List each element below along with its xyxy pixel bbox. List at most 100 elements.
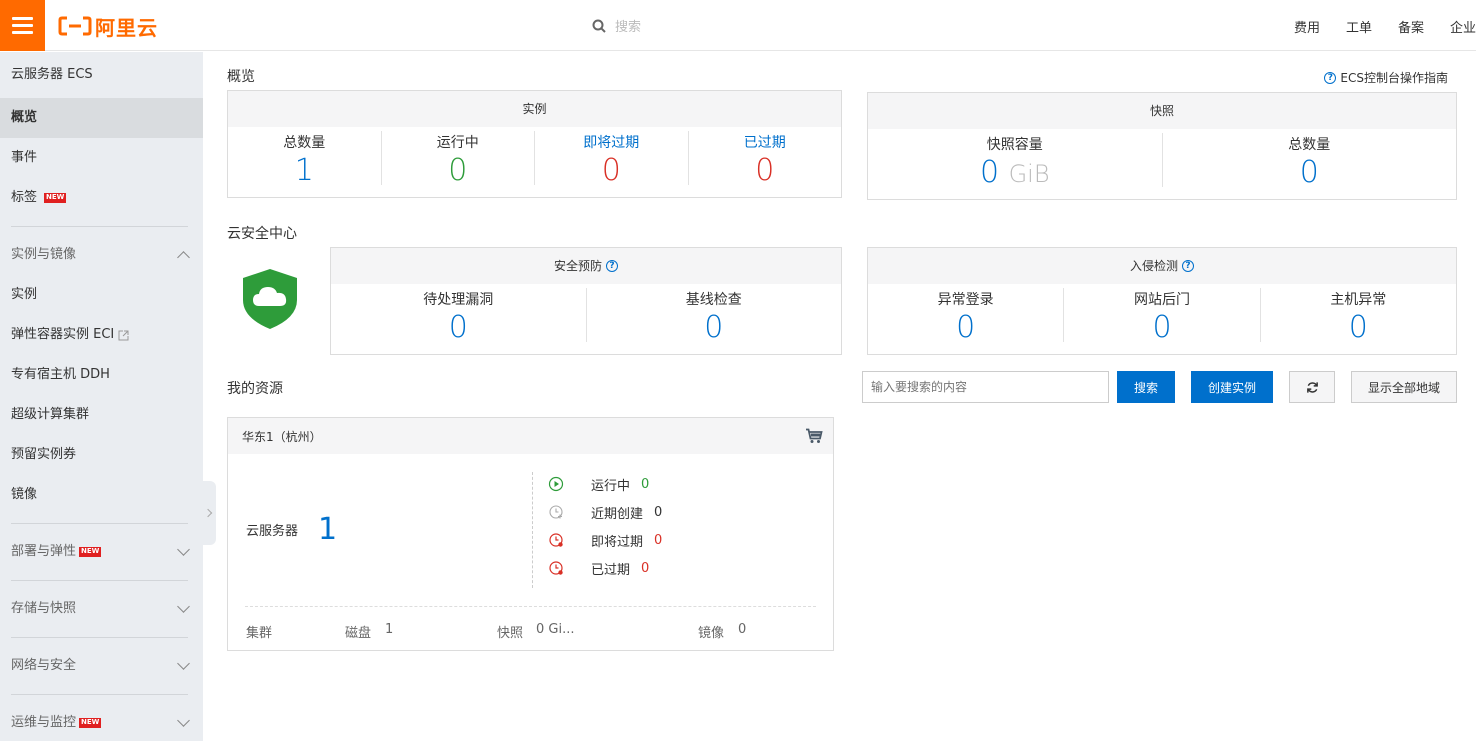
stat-total[interactable]: 总数量 1 — [228, 131, 381, 188]
status-value: 0 — [654, 504, 663, 520]
global-search[interactable]: 搜索 — [592, 16, 641, 35]
hamburger-menu-icon[interactable] — [0, 0, 45, 51]
divider — [532, 472, 533, 588]
image-label[interactable]: 镜像 — [698, 622, 724, 641]
region-footer-stats: 集群 磁盘 1 快照 0 Gi... 镜像 0 — [246, 622, 826, 642]
disk-label[interactable]: 磁盘 — [345, 622, 371, 641]
server-count-block[interactable]: 云服务器 1 — [246, 512, 337, 547]
stat-host-anomaly[interactable]: 主机异常 0 — [1259, 288, 1456, 345]
sidebar-group-label: 网络与安全 — [11, 658, 77, 673]
stat-vulnerabilities[interactable]: 待处理漏洞 0 — [331, 288, 586, 345]
sidebar-item-tags[interactable]: 标签 NEW — [0, 178, 203, 218]
sidebar-item-images[interactable]: 镜像 — [0, 475, 203, 515]
stat-value: 0 — [704, 310, 724, 345]
nav-link-enterprise[interactable]: 企业 — [1450, 17, 1476, 36]
sidebar-item-ddh[interactable]: 专有宿主机 DDH — [0, 355, 203, 395]
refresh-icon — [1306, 381, 1318, 393]
sidebar-group-ops[interactable]: 运维与监控 NEW — [0, 703, 203, 743]
aliyun-logo-icon — [58, 16, 92, 36]
stat-label: 待处理漏洞 — [423, 292, 494, 308]
snapshot-value: 0 Gi... — [536, 622, 575, 637]
stat-webshell[interactable]: 网站后门 0 — [1063, 288, 1259, 345]
nav-link-icp[interactable]: 备案 — [1398, 17, 1424, 36]
region-card: 华东1（杭州） 云服务器 1 运行中 0 近期创建 0 即将过期 0 已过期 0… — [227, 417, 834, 651]
stat-expired[interactable]: 已过期 0 — [687, 131, 842, 188]
stat-snapshot-capacity[interactable]: 快照容量 0 GiB — [868, 133, 1162, 190]
search-button[interactable]: 搜索 — [1117, 371, 1175, 403]
sidebar-group-network[interactable]: 网络与安全 — [0, 646, 203, 686]
sidebar-item-eci[interactable]: 弹性容器实例 ECI — [0, 315, 203, 355]
status-value: 0 — [641, 560, 650, 576]
stat-label: 总数量 — [283, 135, 326, 151]
sidebar-item-label: 概览 — [11, 110, 38, 125]
status-label: 运行中 — [591, 478, 631, 494]
aliyun-logo[interactable]: 阿里云 — [58, 14, 158, 40]
status-recent[interactable]: 近期创建 0 — [548, 498, 662, 526]
resource-search-input[interactable] — [862, 371, 1109, 403]
nav-link-billing[interactable]: 费用 — [1294, 17, 1320, 36]
logo-text: 阿里云 — [95, 15, 158, 40]
sidebar-item-label: 镜像 — [11, 487, 38, 502]
status-label: 近期创建 — [591, 506, 644, 522]
sidebar-group-deployment[interactable]: 部署与弹性 NEW — [0, 532, 203, 572]
chevron-down-icon — [177, 714, 190, 727]
sidebar-item-instances[interactable]: 实例 — [0, 275, 203, 315]
new-badge: NEW — [44, 193, 67, 203]
nav-link-tickets[interactable]: 工单 — [1346, 17, 1372, 36]
shield-icon — [243, 269, 297, 329]
stat-value: 1 — [294, 153, 314, 188]
sidebar-item-scc[interactable]: 超级计算集群 — [0, 395, 203, 435]
sidebar-item-events[interactable]: 事件 — [0, 138, 203, 178]
card-header-label: 快照 — [1149, 104, 1174, 118]
divider — [11, 226, 188, 227]
help-icon[interactable]: ? — [1182, 260, 1194, 272]
instances-card: 实例 总数量 1 运行中 0 即将过期 0 已过期 0 — [227, 90, 842, 198]
intrusion-stats: 异常登录 0 网站后门 0 主机异常 0 — [868, 284, 1456, 348]
help-icon[interactable]: ? — [606, 260, 618, 272]
show-all-regions-button[interactable]: 显示全部地域 — [1351, 371, 1457, 403]
guide-link[interactable]: ? ECS控制台操作指南 — [1324, 69, 1448, 86]
clock-plus-icon — [549, 505, 563, 519]
card-header-label: 安全预防 — [553, 259, 602, 273]
stat-label: 网站后门 — [1133, 292, 1190, 308]
cluster-label[interactable]: 集群 — [246, 622, 272, 641]
sidebar-group-storage[interactable]: 存储与快照 — [0, 589, 203, 629]
search-placeholder: 搜索 — [615, 20, 642, 35]
sidebar-group-instances[interactable]: 实例与镜像 — [0, 235, 203, 275]
stat-value: 0 — [448, 310, 468, 345]
sidebar-group-label: 部署与弹性 — [11, 544, 77, 559]
stat-expiring[interactable]: 即将过期 0 — [534, 131, 688, 188]
clock-alert-icon — [549, 533, 563, 547]
prevention-card: 安全预防? 待处理漏洞 0 基线检查 0 — [330, 247, 842, 355]
stat-baseline[interactable]: 基线检查 0 — [585, 288, 842, 345]
stat-abnormal-login[interactable]: 异常登录 0 — [868, 288, 1063, 345]
stat-label: 已过期 — [743, 135, 786, 151]
status-expiring[interactable]: 即将过期 0 — [548, 526, 662, 554]
stat-running[interactable]: 运行中 0 — [380, 131, 535, 188]
divider — [11, 580, 188, 581]
stat-snapshot-total[interactable]: 总数量 0 — [1161, 133, 1457, 190]
status-expired[interactable]: 已过期 0 — [548, 554, 662, 582]
status-running[interactable]: 运行中 0 — [548, 470, 662, 498]
card-header-label: 实例 — [522, 102, 547, 116]
region-name[interactable]: 华东1（杭州） — [242, 428, 322, 445]
create-instance-button[interactable]: 创建实例 — [1191, 371, 1273, 403]
stat-label: 基线检查 — [685, 292, 742, 308]
stat-label: 运行中 — [436, 135, 479, 151]
stat-value: 0 — [1348, 310, 1368, 345]
sidebar-item-overview[interactable]: 概览 — [0, 98, 203, 138]
stat-value: 0 — [755, 153, 775, 188]
cart-icon[interactable] — [805, 428, 823, 444]
intrusion-card-header: 入侵检测? — [868, 248, 1456, 284]
intrusion-card: 入侵检测? 异常登录 0 网站后门 0 主机异常 0 — [867, 247, 1457, 355]
sidebar-group-label: 实例与镜像 — [11, 247, 77, 262]
region-card-header: 华东1（杭州） — [228, 418, 833, 454]
image-value: 0 — [738, 622, 747, 637]
stat-label: 快照容量 — [986, 137, 1043, 153]
divider — [11, 637, 188, 638]
snapshots-stats: 快照容量 0 GiB 总数量 0 — [868, 129, 1456, 193]
sidebar-item-reserved[interactable]: 预留实例券 — [0, 435, 203, 475]
refresh-button[interactable] — [1289, 371, 1335, 403]
clock-expired-icon — [549, 561, 563, 575]
snapshot-label[interactable]: 快照 — [497, 622, 523, 641]
